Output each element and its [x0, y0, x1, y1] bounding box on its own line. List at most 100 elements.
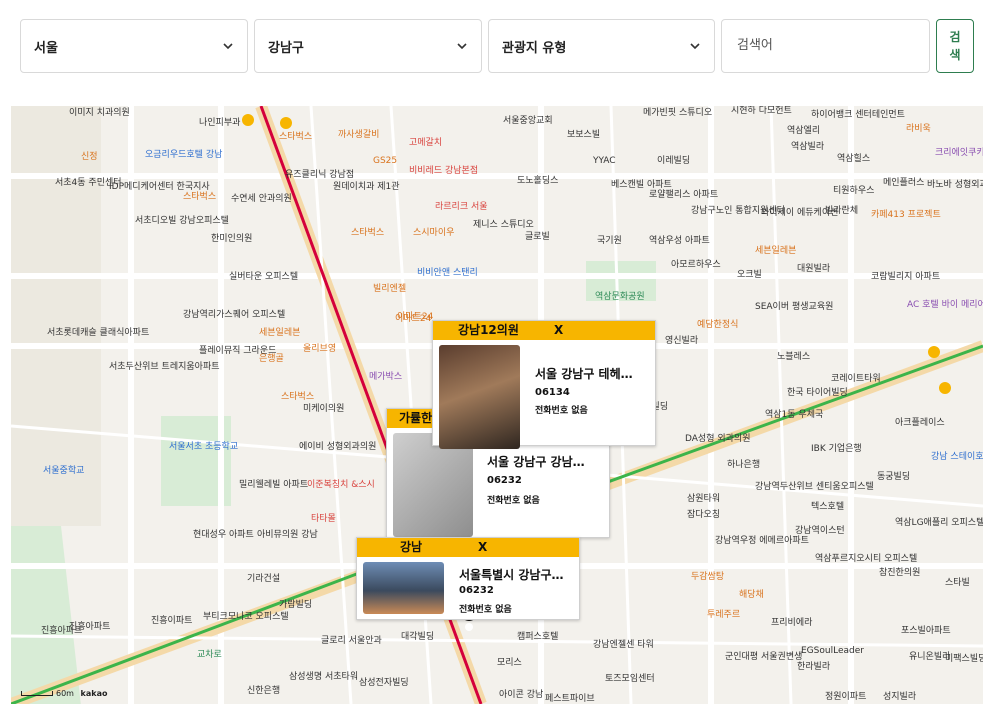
map-label: 삼성생명 서초타워 [289, 672, 359, 682]
map-label: 티원하우스 [833, 186, 875, 196]
chevron-down-icon [223, 43, 233, 50]
map-label: 메가빈핏 스튜디오 [643, 108, 713, 118]
map-label: IDP메디케어센터 한국지사 [109, 182, 210, 192]
map-label: 까사생갈비 [338, 130, 380, 140]
map-label: 글로리 서울안과 [321, 636, 382, 646]
map-label: 고메갈치 [409, 138, 443, 148]
map-label: 스타벅스 [281, 392, 315, 402]
map-label: 메인플러스 [883, 178, 925, 188]
tour-type-select[interactable]: 관광지 유형 [488, 19, 715, 73]
map-label: 하나은행 [727, 460, 761, 470]
map-label: 가람빌딩 [279, 600, 313, 610]
scale-bar [21, 691, 53, 696]
map-label: YYAC [593, 156, 616, 166]
place-phone: 전화번호 없음 [535, 406, 588, 416]
map-label: 로얄팰리스 아파트 [649, 190, 719, 200]
map-label: 대각빌딩 [401, 632, 435, 642]
map-view[interactable]: 이미지 치과의원 나인피부과 스타벅스 까사생갈비 서울중앙교회 보보스빌 메가… [11, 106, 983, 704]
district-select[interactable]: 강남구 [254, 19, 482, 73]
map-label: 신정 [81, 152, 98, 162]
place-address: 서울 강남구 테헤… [535, 367, 633, 381]
place-card-header: 강남12의원 X [433, 321, 655, 340]
map-label: 스시마이우 [413, 228, 455, 238]
map-label: 국기원 [597, 236, 622, 246]
close-button[interactable]: X [478, 538, 487, 557]
map-label: DA성형 외과의원 [685, 434, 751, 444]
map-label: 나인피부과 [199, 118, 241, 128]
map-label: 페스트파이브 [545, 694, 595, 704]
map-label: 은행골 [259, 354, 284, 364]
map-label: 역삼우성 아파트 [649, 236, 710, 246]
map-label: 서울중앙교회 [503, 116, 553, 126]
map-label: 유즈클리닉 강남점 [285, 170, 355, 180]
map-label: 스타빌 [945, 578, 970, 588]
place-photo [439, 345, 520, 449]
scale-label: 60m [56, 689, 74, 698]
map-label: SEA이버 평생교육원 [755, 302, 834, 312]
map-label: 빌리엔젤 [373, 284, 407, 294]
map-label: 서초두산위브 트레지움아파트 [109, 362, 220, 372]
map-label: EGSoulLeader [801, 646, 864, 656]
map-label: 한국 타이어빌딩 [787, 388, 848, 398]
close-button[interactable]: X [554, 321, 563, 340]
map-provider-logo: kakao [80, 689, 108, 698]
map-label: 역삼문화공원 [595, 292, 645, 302]
map-label: 역삼빌라 [791, 142, 825, 152]
map-label: 역삼1동 우체국 [765, 410, 824, 420]
map-label: 진흥이파트 [151, 616, 193, 626]
map-label: 두감쌈탕 [691, 572, 725, 582]
map-label: 기라건설 [247, 574, 281, 584]
map-label: 교차로 [197, 650, 222, 660]
map-label: 오크빌 [737, 270, 762, 280]
map-label: 부티크모나코 오피스텔 [203, 612, 289, 622]
map-label: 비비레드 강남본점 [409, 166, 479, 176]
map-label: 라비욱 [906, 124, 931, 134]
place-zipcode: 06134 [535, 387, 570, 398]
map-label: 이마트24 [395, 314, 432, 324]
map-label: 포스빌아파트 [901, 626, 951, 636]
map-label: 에이비 성형외과의원 [299, 442, 377, 452]
place-zipcode: 06232 [487, 475, 522, 486]
map-label: 바노바 성형외과 [927, 180, 983, 190]
region-select[interactable]: 서울 [20, 19, 248, 73]
map-label: 한미인의원 [211, 234, 253, 244]
map-label: 수연세 안과의원 [231, 194, 292, 204]
map-label: 삼원타워 [687, 494, 721, 504]
place-phone: 전화번호 없음 [487, 496, 540, 506]
search-field[interactable] [721, 19, 930, 73]
search-input[interactable] [735, 37, 919, 54]
map-label: 카페413 프로젝트 [871, 210, 941, 220]
place-name: 강남12의원 [458, 323, 519, 337]
map-label: 이레빌딩 [657, 156, 691, 166]
map-label: 대원빌라 [797, 264, 831, 274]
district-select-value: 강남구 [268, 41, 304, 56]
map-label: 스타벅스 [183, 192, 217, 202]
map-label: 역삼힐스 [837, 154, 871, 164]
place-address: 서울특별시 강남구… [459, 568, 564, 582]
map-label: 정원이파트 [825, 692, 867, 702]
map-label: 영신빌라 [665, 336, 699, 346]
place-zipcode: 06232 [459, 585, 494, 596]
map-label: 비비안앤 스탠리 [417, 268, 478, 278]
map-label: AC 호텔 바이 메리어트 서울 강남 [907, 300, 983, 310]
place-phone: 전화번호 없음 [459, 605, 512, 615]
map-label: 삼성전자빌딩 [359, 678, 409, 688]
tour-type-select-value: 관광지 유형 [502, 41, 567, 56]
region-select-value: 서울 [34, 41, 58, 56]
place-name: 가률한 [399, 411, 433, 425]
map-label: 올리브영 [303, 344, 337, 354]
search-button[interactable]: 검 색 [936, 19, 974, 73]
map-label: 세븐일레븐 [755, 246, 797, 256]
map-label: 밀리웰레빌 아파트 [239, 480, 309, 490]
map-label: 역삼푸르지오시티 오피스텔 [815, 554, 918, 564]
map-label: 서초롯데캐슬 클래식아파트 [47, 328, 150, 338]
map-label: 빌라란체 [825, 206, 859, 216]
place-info-card: 강남12의원 X 서울 강남구 테헤… 06134 전화번호 없음 [432, 320, 656, 449]
map-label: GS25 [373, 156, 398, 166]
map-label: 글로빌 [525, 232, 550, 242]
map-label: 아이콘 강남 [499, 690, 544, 700]
map-label: 메가박스 [369, 372, 403, 382]
map-label: 아모르하우스 [671, 260, 721, 270]
map-label: 참진한의원 [879, 568, 921, 578]
search-bar: 서울 강남구 관광지 유형 검 색 [20, 19, 980, 75]
